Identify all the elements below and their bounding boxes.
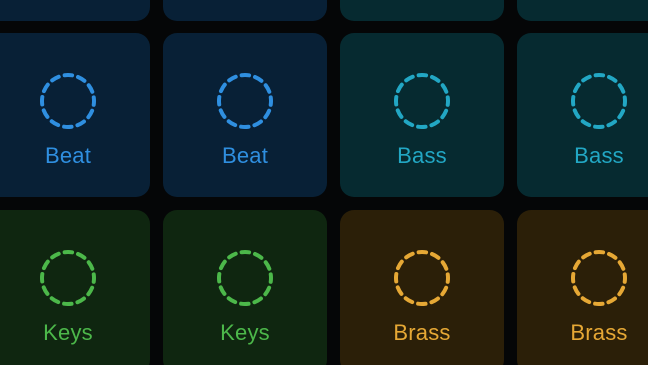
pad-grid: Beat Beat Bass Bass Keys Keys Brass Brass xyxy=(0,0,648,365)
pad-label: Keys xyxy=(220,320,270,345)
pad[interactable] xyxy=(517,0,648,21)
pad-brass[interactable]: Brass xyxy=(340,210,504,365)
dashed-circle-icon xyxy=(394,250,450,306)
pad-keys[interactable]: Keys xyxy=(163,210,327,365)
pad-label: Brass xyxy=(393,320,451,345)
dashed-circle-icon xyxy=(40,73,96,129)
pad[interactable] xyxy=(0,0,150,21)
pad-label: Bass xyxy=(574,143,624,168)
pad-keys[interactable]: Keys xyxy=(0,210,150,365)
dashed-circle-icon xyxy=(571,73,627,129)
dashed-circle-icon xyxy=(394,73,450,129)
dashed-circle-icon xyxy=(217,250,273,306)
pad-beat[interactable]: Beat xyxy=(163,33,327,197)
pad[interactable] xyxy=(340,0,504,21)
pad-label: Keys xyxy=(43,320,93,345)
pad[interactable] xyxy=(163,0,327,21)
dashed-circle-icon xyxy=(217,73,273,129)
pad-brass[interactable]: Brass xyxy=(517,210,648,365)
pad-label: Brass xyxy=(570,320,628,345)
dashed-circle-icon xyxy=(40,250,96,306)
pad-label: Bass xyxy=(397,143,447,168)
pad-beat[interactable]: Beat xyxy=(0,33,150,197)
pad-bass[interactable]: Bass xyxy=(517,33,648,197)
pad-label: Beat xyxy=(44,143,92,168)
pad-label: Beat xyxy=(221,143,269,168)
pad-bass[interactable]: Bass xyxy=(340,33,504,197)
dashed-circle-icon xyxy=(571,250,627,306)
